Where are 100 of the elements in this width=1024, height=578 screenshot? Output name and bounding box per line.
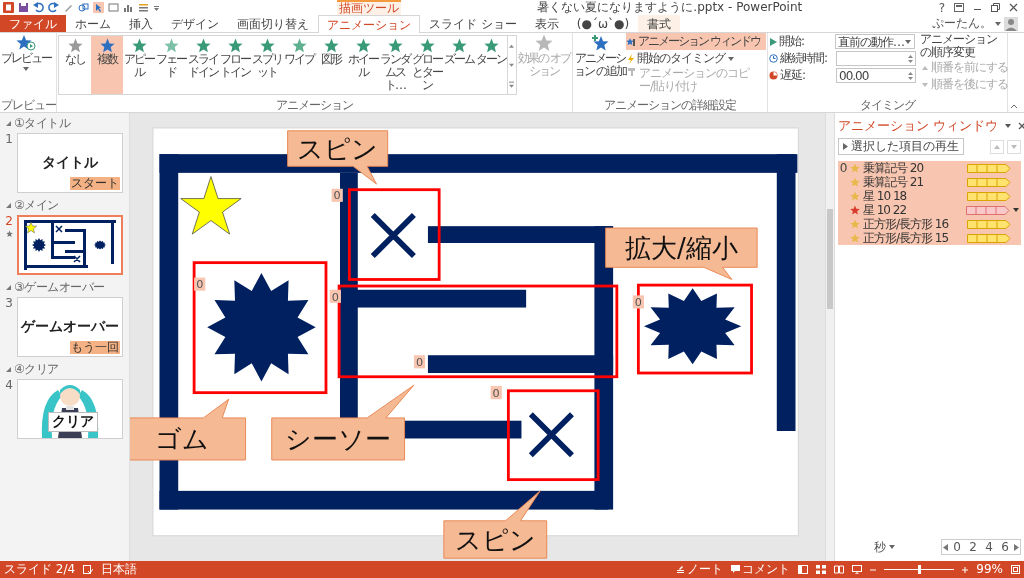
ribbon-tab[interactable]: 画面切り替え [228,15,318,32]
animation-pane-button[interactable]: アニメーション ウィンドウ [626,33,766,50]
scrollbar-thumb[interactable] [827,209,833,309]
animation-effect[interactable]: ズーム [443,36,475,94]
animation-list-item[interactable]: 乗算記号 21 [838,175,1021,189]
animation-effect[interactable]: ランダムスト… [379,36,411,94]
play-selected-button[interactable]: 選択した項目の再生 [838,138,964,155]
timeline-bar [967,219,1011,229]
comment-icon [731,565,741,574]
comments-button[interactable]: コメント [731,561,791,578]
ribbon-tab[interactable]: アニメーション [318,15,420,33]
animation-effect[interactable]: なし [59,36,91,94]
delay-field[interactable]: 00.00 [836,68,916,83]
notes-button[interactable]: ノート [676,561,724,578]
slide-thumbnail[interactable]: ゲームオーバー もう一回 [17,297,123,357]
collapse-ribbon-icon[interactable] [1010,103,1018,109]
normal-view-icon[interactable] [798,565,809,574]
animation-tag[interactable]: 0 [194,277,206,292]
fit-slide-icon[interactable] [1011,565,1020,574]
preview-button[interactable]: プレビュー [1,33,51,74]
animation-effect[interactable]: ターン [475,36,507,94]
chart-icon[interactable] [123,2,134,13]
pen-icon[interactable] [63,2,74,13]
group-label: タイミング [859,99,917,112]
slide-thumbnail[interactable]: クリア [17,379,123,439]
collapse-triangle-icon[interactable] [6,366,11,372]
animation-effect[interactable]: スライドイン [187,36,219,94]
section-title[interactable]: ③ゲームオーバー [14,280,105,294]
save-icon[interactable] [18,2,29,13]
section-title[interactable]: ①タイトル [14,116,71,130]
animation-effect[interactable]: フロートイン [219,36,251,94]
avatar-icon[interactable] [1004,16,1018,31]
spinner-icon[interactable] [908,70,913,81]
zoom-slider-thumb[interactable] [918,565,922,574]
field-label: 開始: [779,33,806,50]
duration-field[interactable] [836,51,916,66]
shapes-icon[interactable] [78,2,89,13]
ribbon-tab[interactable]: デザイン [162,15,228,32]
add-animation-button[interactable]: アニメーション の追加 [574,33,626,79]
close-icon[interactable] [1009,3,1018,12]
animation-list-item[interactable]: 星 10 22 [838,203,1021,217]
section-title[interactable]: ②メイン [14,198,59,212]
trigger-button[interactable]: 開始のタイミング [626,50,766,67]
animation-tag[interactable]: 0 [632,295,644,310]
caret-icon [904,37,912,46]
zoom-in-icon[interactable] [962,566,969,573]
screen-icon[interactable] [108,2,119,13]
animation-list-item[interactable]: 正方形/長方形 15 [838,231,1021,245]
collapse-triangle-icon[interactable] [6,120,11,126]
animation-effect[interactable]: アピール [123,36,155,94]
ribbon-tab[interactable]: 挿入 [120,15,162,32]
scroll-right-icon[interactable] [1014,543,1019,551]
animation-effect[interactable]: スプリット [251,36,283,94]
brush-icon [627,67,637,77]
ribbon-tab[interactable]: 書式 [638,15,681,32]
section-title[interactable]: ④クリア [14,362,59,376]
zoom-level[interactable]: 99% [976,561,1003,578]
animation-list-item[interactable]: 正方形/長方形 16 [838,217,1021,231]
undo-icon[interactable] [33,2,44,13]
language-label[interactable]: 日本語 [101,561,138,578]
collapse-triangle-icon[interactable] [6,202,11,208]
scroll-left-icon[interactable] [943,543,948,551]
collapse-triangle-icon[interactable] [6,284,11,290]
help-button[interactable]: ? [938,0,945,15]
callout: ゴム [130,398,246,461]
animation-list-item[interactable]: 星 10 18 [838,189,1021,203]
ribbon-tab[interactable]: 表示 [525,15,568,32]
ribbon-tab[interactable]: (●´ω`●) [567,15,639,32]
animation-tag[interactable]: 0 [329,289,341,304]
ribbon-tab[interactable]: ファイル [0,15,66,32]
animation-effect[interactable]: 複数 [91,36,123,94]
animation-effect[interactable]: ホイール [347,36,379,94]
animation-effect[interactable]: 図形 [315,36,347,94]
slide-sorter-icon[interactable] [816,565,827,574]
timeline-tick: 0 [952,541,962,553]
animation-effect[interactable]: グローとターン [411,36,443,94]
list-icon[interactable] [138,2,149,13]
animation-effect[interactable]: フェード [155,36,187,94]
proofing-icon[interactable] [83,565,94,574]
seconds-dropdown[interactable]: 秒 [868,537,902,557]
ribbon-tab[interactable]: スライド ショー [420,15,526,32]
animation-list-item[interactable]: 0 乗算記号 20 [838,161,1021,175]
start-dropdown[interactable]: 直前の動作… [835,34,915,49]
timeline-tick: 4 [984,541,994,553]
restore-icon[interactable] [991,3,1000,12]
item-name: 乗算記号 21 [863,174,925,190]
animation-effect[interactable]: ワイプ [283,36,315,94]
slideshow-icon[interactable] [852,565,863,574]
reading-view-icon[interactable] [834,565,845,574]
spinner-icon[interactable] [908,53,913,64]
redo-icon[interactable] [48,2,59,13]
pointer-icon[interactable] [93,2,104,13]
caret-icon [22,65,30,73]
slide-thumbnail[interactable]: タイトル スタート [17,133,123,193]
animation-tag[interactable]: 0 [331,188,343,203]
animation-tag[interactable]: 0 [490,386,502,400]
account-name[interactable]: ぷーたん。 [932,15,992,32]
display-options-icon[interactable] [954,3,964,12]
close-icon[interactable] [1018,121,1024,130]
ribbon-tab[interactable]: ホーム [66,15,120,32]
